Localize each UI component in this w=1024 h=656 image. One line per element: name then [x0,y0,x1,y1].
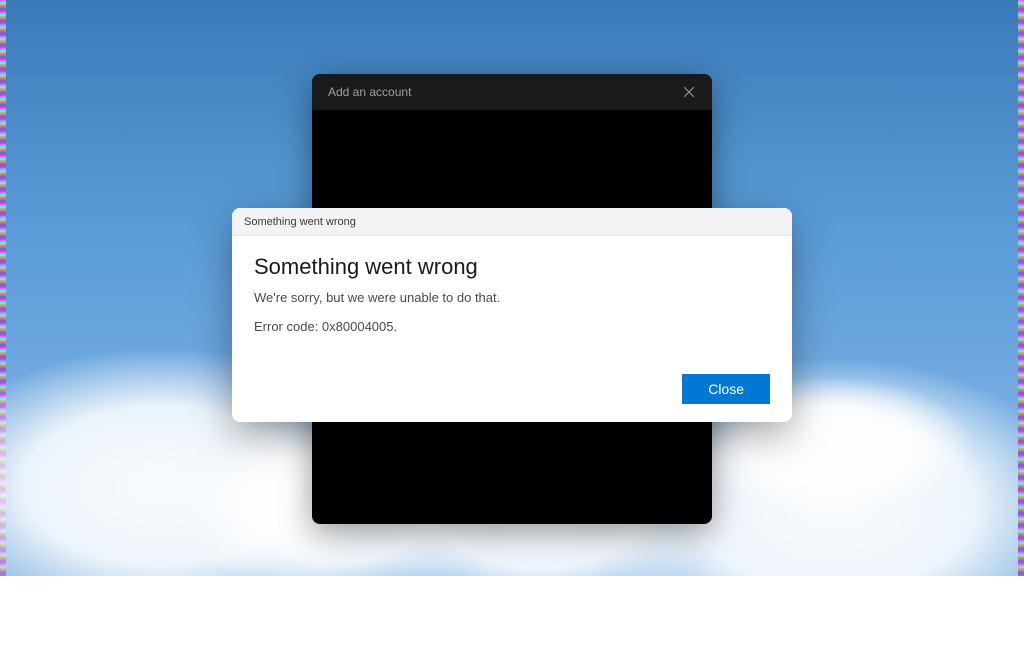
error-code: Error code: 0x80004005. [254,319,770,334]
error-footer: Close [232,374,792,422]
error-titlebar-text: Something went wrong [244,216,356,228]
close-button[interactable]: Close [682,374,770,404]
add-account-title: Add an account [328,85,411,99]
close-icon [684,87,694,97]
error-heading: Something went wrong [254,254,770,280]
add-account-close-button[interactable] [666,74,712,110]
error-message: We're sorry, but we were unable to do th… [254,290,770,305]
error-dialog: Something went wrong Something went wron… [232,208,792,422]
error-titlebar: Something went wrong [232,208,792,236]
error-body: Something went wrong We're sorry, but we… [232,236,792,350]
add-account-titlebar: Add an account [312,74,712,110]
